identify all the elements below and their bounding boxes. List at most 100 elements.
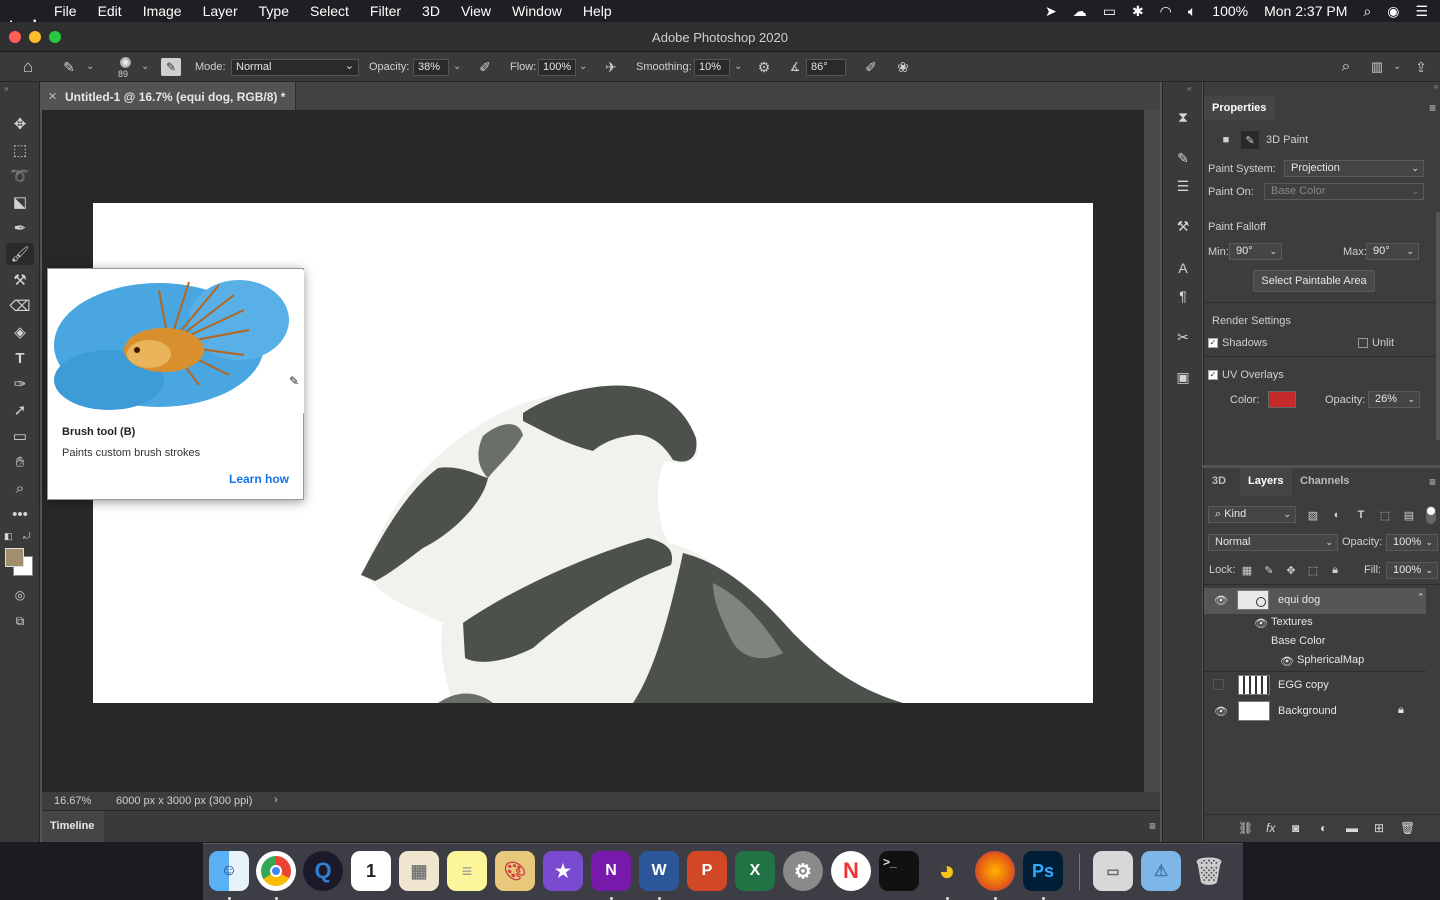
lock-pixels-icon[interactable]: ✎ [1262,563,1276,577]
menu-type[interactable]: Type [259,3,289,19]
filter-toggle[interactable] [1426,506,1436,524]
notification-center-icon[interactable]: ☰ [1415,3,1428,20]
new-group-icon[interactable]: ▬ [1346,821,1358,835]
lasso-tool-icon[interactable]: ➰ [6,165,34,187]
creative-cloud-icon[interactable]: ☁ [1073,3,1087,20]
layer-row-equi-dog[interactable]: 👁︎ equi dog ⌃ [1204,588,1426,614]
marquee-tool-icon[interactable]: ⬚ [6,139,34,161]
system-preferences-icon[interactable]: ⚙ [783,851,823,891]
firefox-app-icon[interactable] [975,851,1015,891]
foreground-color-swatch[interactable] [5,548,24,567]
onenote-app-icon[interactable]: N [591,851,631,891]
layer-opacity-input[interactable]: 100% ⌄ [1386,534,1438,551]
spotlight-icon[interactable]: ⌕ [1363,3,1371,20]
filter-type-icon[interactable]: T [1354,508,1368,522]
fill-input[interactable]: 100% ⌄ [1386,562,1438,579]
cyberduck-app-icon[interactable]: ◕ [927,851,967,891]
gear-icon[interactable]: ⚙ [754,58,774,76]
lock-position-icon[interactable]: ✥ [1284,563,1298,577]
type-tool-icon[interactable]: T [6,347,34,369]
tab-layers[interactable]: Layers [1240,468,1292,496]
menu-3d[interactable]: 3D [422,3,440,19]
clone-source-icon[interactable]: ⚒ [1172,215,1194,237]
imovie-app-icon[interactable]: ★ [543,851,583,891]
layer-row-background[interactable]: 👁︎ Background 🔒︎ [1204,698,1426,724]
tools-presets-icon[interactable]: ✂ [1172,326,1194,348]
sublayer-base-color[interactable]: Base Color [1204,633,1426,652]
menu-help[interactable]: Help [583,3,612,19]
eraser-tool-icon[interactable]: ⌫ [6,295,34,317]
visibility-eye-icon[interactable]: 👁︎ [1214,594,1228,607]
collapse-right-icon[interactable]: » [1434,82,1438,91]
chrome-app-icon[interactable] [256,851,296,891]
filter-pixel-icon[interactable]: ▨ [1306,508,1320,522]
layer-name[interactable]: EGG copy [1278,679,1329,691]
workspace-icon[interactable]: ▥ [1366,58,1388,76]
word-app-icon[interactable]: W [639,851,679,891]
pen-tool-icon[interactable]: ✑ [6,373,34,395]
flow-dropdown-icon[interactable]: ⌄ [579,61,587,72]
move-tool-icon[interactable]: ✥ [6,113,34,135]
lock-transparent-icon[interactable]: ▦ [1240,563,1254,577]
symmetry-icon[interactable]: ❀ [892,58,914,76]
powerpoint-app-icon[interactable]: P [687,851,727,891]
lock-all-icon[interactable]: 🔒︎ [1328,563,1342,577]
paint-bucket-tool-icon[interactable]: ◈ [6,321,34,343]
opacity-dropdown-icon[interactable]: ⌄ [453,61,461,72]
clone-stamp-tool-icon[interactable]: ⚒ [6,269,34,291]
brushes-icon[interactable]: ✎ [1172,147,1194,169]
timeline-tab[interactable]: Timeline [42,811,104,843]
select-paintable-area-button[interactable]: Select Paintable Area [1253,270,1375,292]
brush-angle-input[interactable]: 86° [806,59,846,76]
share-icon[interactable]: ⇪ [1410,57,1432,77]
visibility-eye-icon[interactable]: 👁︎ [1280,655,1294,668]
screen-mode-icon[interactable]: ⧉ [6,610,34,632]
wifi-icon[interactable]: ◠ [1160,3,1172,20]
uv-opacity-input[interactable]: 26% ⌄ [1368,391,1420,408]
menu-edit[interactable]: Edit [98,3,122,19]
visibility-toggle-off[interactable] [1213,679,1224,690]
brush-preset-icon[interactable]: ✎ [58,58,80,76]
filter-kind-select[interactable]: ⌕ Kind ⌄ [1208,506,1296,523]
zoom-tool-icon[interactable]: ⌕ [6,477,34,499]
smoothing-input[interactable]: 10% [694,59,730,76]
location-icon[interactable]: ➤ [1045,3,1057,20]
photoshop-app-icon[interactable]: Ps [1023,851,1063,891]
search-icon[interactable]: ⌕ [1336,58,1356,76]
paint-system-select[interactable]: Projection ⌄ [1284,160,1424,177]
excel-app-icon[interactable]: X [735,851,775,891]
chevron-right-icon[interactable]: › [274,794,278,806]
layer-name[interactable]: Background [1278,705,1337,717]
falloff-max-input[interactable]: 90° ⌄ [1366,243,1419,260]
clock[interactable]: Mon 2:37 PM [1264,3,1347,19]
volume-icon[interactable]: 🔈︎ [1188,3,1196,20]
collapse-panels-icon[interactable]: « [1187,84,1191,93]
camera-icon[interactable]: ■ [1218,133,1234,147]
layer-row-egg-copy[interactable]: EGG copy [1204,672,1426,698]
visibility-eye-icon[interactable]: 👁︎ [1254,617,1268,630]
mode-select[interactable]: Normal ⌄ [231,59,359,76]
pressure-opacity-icon[interactable]: ✐ [474,58,496,76]
hand-tool-icon[interactable]: ✋︎ [6,451,34,473]
menu-file[interactable]: File [54,3,77,19]
default-colors-icon[interactable]: ◧ [4,531,13,542]
fx-icon[interactable]: fx [1266,821,1275,835]
bluetooth-icon[interactable]: ✱ [1132,3,1144,20]
rectangle-tool-icon[interactable]: ▭ [6,425,34,447]
menu-select[interactable]: Select [310,3,349,19]
flow-input[interactable]: 100% [538,59,576,76]
smoothing-dropdown-icon[interactable]: ⌄ [734,61,742,72]
brush-tool-icon[interactable]: 🖌︎ [6,243,34,265]
falloff-min-input[interactable]: 90° ⌄ [1229,243,1282,260]
terminal-app-icon[interactable]: >_ [879,851,919,891]
calculator-app-icon[interactable]: ▦ [399,851,439,891]
more-tools-icon[interactable]: ••• [6,503,34,525]
link-layers-icon[interactable]: ⛓ [1238,821,1253,835]
calendar-app-icon[interactable]: 1 [351,851,391,891]
close-tab-icon[interactable]: ✕ [48,90,57,103]
path-select-tool-icon[interactable]: ➚ [6,399,34,421]
downloads-folder-icon[interactable]: ⚠ [1141,851,1181,891]
filter-adjustment-icon[interactable]: ◐ [1330,508,1344,522]
menu-window[interactable]: Window [512,3,562,19]
paint-brush-icon[interactable]: ✎ [1241,131,1259,149]
